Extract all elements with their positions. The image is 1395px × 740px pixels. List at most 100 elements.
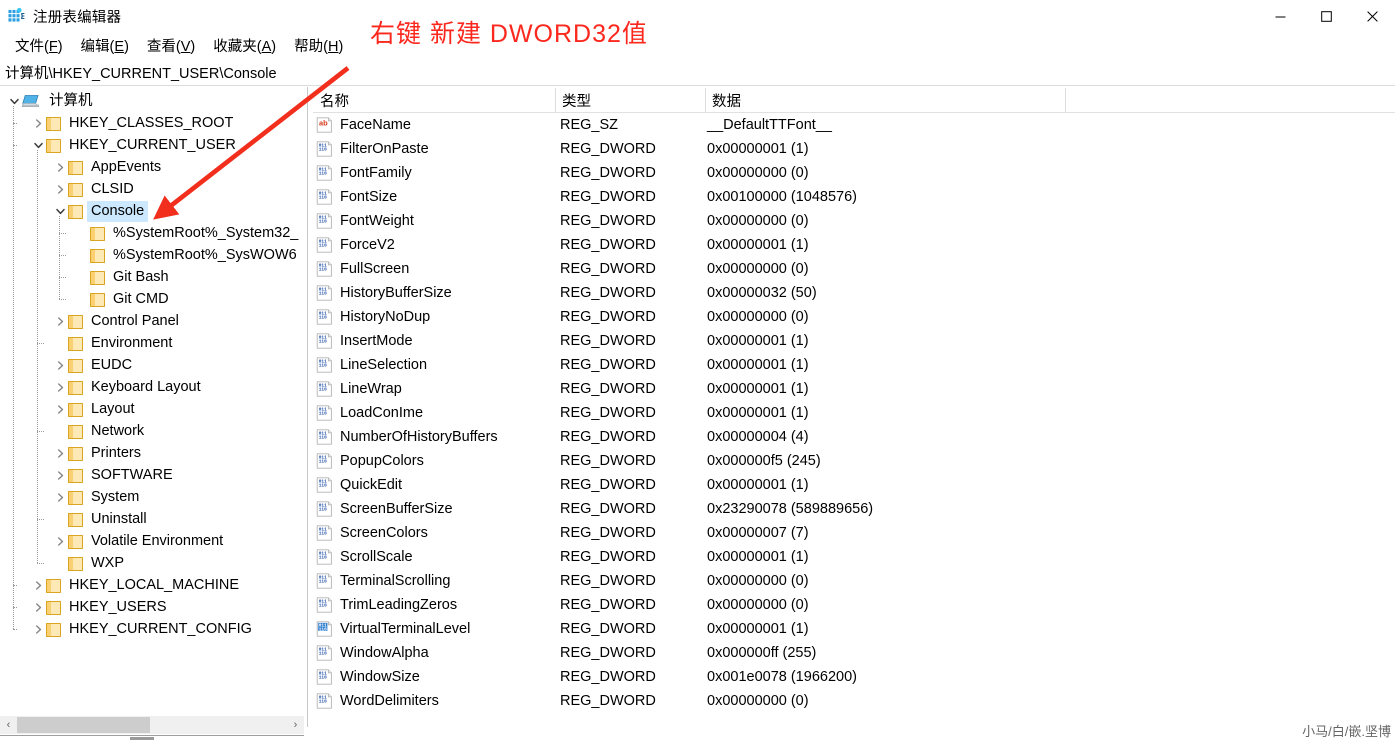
tree-item-environment[interactable]: Environment bbox=[0, 332, 304, 354]
folder-icon bbox=[46, 116, 61, 131]
chevron-right-icon[interactable] bbox=[30, 112, 46, 134]
registry-value-row[interactable]: 011 110 WindowSize REG_DWORD 0x001e0078 (196… bbox=[313, 665, 1395, 689]
value-type-cell: REG_DWORD bbox=[560, 165, 656, 181]
address-bar[interactable]: 计算机\HKEY_CURRENT_USER\Console bbox=[0, 60, 1395, 86]
registry-value-row[interactable]: 011 110 FontFamily REG_DWORD 0x00000000 (0) bbox=[313, 161, 1395, 185]
registry-value-row[interactable]: 011 110 FontSize REG_DWORD 0x00100000 (10485… bbox=[313, 185, 1395, 209]
registry-value-row[interactable]: 011 110 LineWrap REG_DWORD 0x00000001 (1) bbox=[313, 377, 1395, 401]
chevron-right-icon[interactable] bbox=[52, 530, 68, 552]
tree-item-volatile-environment[interactable]: Volatile Environment bbox=[0, 530, 304, 552]
chevron-right-icon[interactable] bbox=[52, 156, 68, 178]
tree-item-systemroot-system32[interactable]: %SystemRoot%_System32_ bbox=[0, 222, 304, 244]
tree-item-wxp[interactable]: WXP bbox=[0, 552, 304, 574]
registry-value-row[interactable]: 011 110 NumberOfHistoryBuffers REG_DWORD 0x0… bbox=[313, 425, 1395, 449]
chevron-right-icon[interactable] bbox=[52, 376, 68, 398]
column-header-2[interactable]: 类型 bbox=[555, 87, 591, 113]
menu-item-4[interactable]: 收藏夹(A) bbox=[204, 33, 285, 58]
registry-value-row[interactable]: 011 110 HistoryNoDup REG_DWORD 0x00000000 (0… bbox=[313, 305, 1395, 329]
column-header-3[interactable]: 数据 bbox=[705, 87, 741, 113]
chevron-right-icon[interactable] bbox=[52, 310, 68, 332]
registry-values-panel[interactable]: 名称 类型 数据 ab FaceName REG_SZ __DefaultTTFont__… bbox=[313, 87, 1395, 740]
annotation-text: 右键 新建 DWORD32值 bbox=[370, 20, 648, 48]
registry-value-row[interactable]: 011 110 QuickEdit REG_DWORD 0x00000001 (1) bbox=[313, 473, 1395, 497]
tree-item-uninstall[interactable]: Uninstall bbox=[0, 508, 304, 530]
value-name-cell: TerminalScrolling bbox=[340, 573, 451, 589]
maximize-button[interactable] bbox=[1303, 0, 1349, 32]
registry-value-row[interactable]: 011 110 LineSelection REG_DWORD 0x00000001 (… bbox=[313, 353, 1395, 377]
tree-item-eudc[interactable]: EUDC bbox=[0, 354, 304, 376]
menu-item-5[interactable]: 帮助(H) bbox=[285, 33, 352, 58]
registry-value-row[interactable]: 011 110 WindowAlpha REG_DWORD 0x000000ff (25… bbox=[313, 641, 1395, 665]
registry-value-row[interactable]: 011 110 ScrollScale REG_DWORD 0x00000001 (1) bbox=[313, 545, 1395, 569]
folder-icon bbox=[68, 556, 83, 571]
tree-item-appevents[interactable]: AppEvents bbox=[0, 156, 304, 178]
chevron-right-icon[interactable] bbox=[52, 398, 68, 420]
registry-value-row[interactable]: 011 110 TrimLeadingZeros REG_DWORD 0x0000000… bbox=[313, 593, 1395, 617]
menu-item-3[interactable]: 查看(V) bbox=[138, 33, 204, 58]
tree-item-hkey-local-machine[interactable]: HKEY_LOCAL_MACHINE bbox=[0, 574, 304, 596]
tree-item-system[interactable]: System bbox=[0, 486, 304, 508]
tree-guide-line bbox=[59, 216, 60, 299]
tree-horizontal-scrollbar[interactable]: ‹ › bbox=[0, 716, 304, 734]
menu-item-2[interactable]: 编辑(E) bbox=[72, 33, 138, 58]
tree-item-hkey-current-config[interactable]: HKEY_CURRENT_CONFIG bbox=[0, 618, 304, 640]
column-divider[interactable] bbox=[705, 88, 706, 112]
chevron-right-icon[interactable] bbox=[52, 354, 68, 376]
tree-item-hkey-users[interactable]: HKEY_USERS bbox=[0, 596, 304, 618]
tree-item-hkey-current-user[interactable]: HKEY_CURRENT_USER bbox=[0, 134, 304, 156]
registry-value-row[interactable]: 011 110 LoadConIme REG_DWORD 0x00000001 (1) bbox=[313, 401, 1395, 425]
tree-item-software[interactable]: SOFTWARE bbox=[0, 464, 304, 486]
tree-item-network[interactable]: Network bbox=[0, 420, 304, 442]
registry-value-row[interactable]: 011 110 WordDelimiters REG_DWORD 0x00000000 … bbox=[313, 689, 1395, 713]
chevron-right-icon[interactable] bbox=[52, 486, 68, 508]
panel-splitter[interactable] bbox=[304, 87, 313, 740]
tree-item-[interactable]: 计算机 bbox=[0, 90, 304, 112]
scroll-track[interactable] bbox=[17, 716, 287, 734]
chevron-down-icon[interactable] bbox=[52, 200, 68, 222]
column-header-1[interactable]: 名称 bbox=[313, 87, 349, 113]
registry-value-row[interactable]: 011 110 ScreenColors REG_DWORD 0x00000007 (7… bbox=[313, 521, 1395, 545]
tree-item-systemroot-syswow6[interactable]: %SystemRoot%_SysWOW6 bbox=[0, 244, 304, 266]
registry-tree-panel[interactable]: 计算机 HKEY_CLASSES_ROOT HKEY_CURRENT_USER App… bbox=[0, 87, 304, 716]
scroll-right-icon[interactable]: › bbox=[287, 716, 304, 734]
chevron-right-icon[interactable] bbox=[30, 596, 46, 618]
scroll-thumb[interactable] bbox=[17, 717, 150, 733]
chevron-right-icon[interactable] bbox=[30, 618, 46, 640]
tree-item-git-bash[interactable]: Git Bash bbox=[0, 266, 304, 288]
chevron-right-icon[interactable] bbox=[52, 178, 68, 200]
registry-value-row[interactable]: 011 110 VirtualTerminalLevel REG_DWORD 0x000… bbox=[313, 617, 1395, 641]
registry-value-row[interactable]: 011 110 PopupColors REG_DWORD 0x000000f5 (24… bbox=[313, 449, 1395, 473]
tree-item-clsid[interactable]: CLSID bbox=[0, 178, 304, 200]
value-type-cell: REG_SZ bbox=[560, 117, 619, 133]
tree-item-console[interactable]: Console bbox=[0, 200, 304, 222]
tree-item-git-cmd[interactable]: Git CMD bbox=[0, 288, 304, 310]
window-controls bbox=[1257, 0, 1395, 32]
registry-value-row[interactable]: 011 110 ScreenBufferSize REG_DWORD 0x2329007… bbox=[313, 497, 1395, 521]
tree-item-layout[interactable]: Layout bbox=[0, 398, 304, 420]
registry-value-row[interactable]: 011 110 FontWeight REG_DWORD 0x00000000 (0) bbox=[313, 209, 1395, 233]
registry-value-row[interactable]: 011 110 FilterOnPaste REG_DWORD 0x00000001 (… bbox=[313, 137, 1395, 161]
chevron-right-icon[interactable] bbox=[52, 464, 68, 486]
chevron-down-icon[interactable] bbox=[30, 134, 46, 156]
chevron-down-icon[interactable] bbox=[6, 90, 22, 112]
registry-value-row[interactable]: 011 110 InsertMode REG_DWORD 0x00000001 (1) bbox=[313, 329, 1395, 353]
registry-value-row[interactable]: 011 110 TerminalScrolling REG_DWORD 0x000000… bbox=[313, 569, 1395, 593]
scroll-left-icon[interactable]: ‹ bbox=[0, 716, 17, 734]
menu-item-1[interactable]: 文件(F) bbox=[6, 33, 72, 58]
chevron-right-icon[interactable] bbox=[30, 574, 46, 596]
minimize-button[interactable] bbox=[1257, 0, 1303, 32]
dword-value-icon: 011 110 bbox=[316, 357, 333, 373]
chevron-right-icon[interactable] bbox=[52, 442, 68, 464]
tree-item-hkey-classes-root[interactable]: HKEY_CLASSES_ROOT bbox=[0, 112, 304, 134]
column-divider[interactable] bbox=[1065, 88, 1066, 112]
value-name-cell: HistoryBufferSize bbox=[340, 285, 452, 301]
column-divider[interactable] bbox=[555, 88, 556, 112]
tree-item-printers[interactable]: Printers bbox=[0, 442, 304, 464]
tree-item-control-panel[interactable]: Control Panel bbox=[0, 310, 304, 332]
tree-item-keyboard-layout[interactable]: Keyboard Layout bbox=[0, 376, 304, 398]
registry-value-row[interactable]: 011 110 HistoryBufferSize REG_DWORD 0x000000… bbox=[313, 281, 1395, 305]
registry-value-row[interactable]: ab FaceName REG_SZ __DefaultTTFont__ bbox=[313, 113, 1395, 137]
close-button[interactable] bbox=[1349, 0, 1395, 32]
registry-value-row[interactable]: 011 110 ForceV2 REG_DWORD 0x00000001 (1) bbox=[313, 233, 1395, 257]
registry-value-row[interactable]: 011 110 FullScreen REG_DWORD 0x00000000 (0) bbox=[313, 257, 1395, 281]
